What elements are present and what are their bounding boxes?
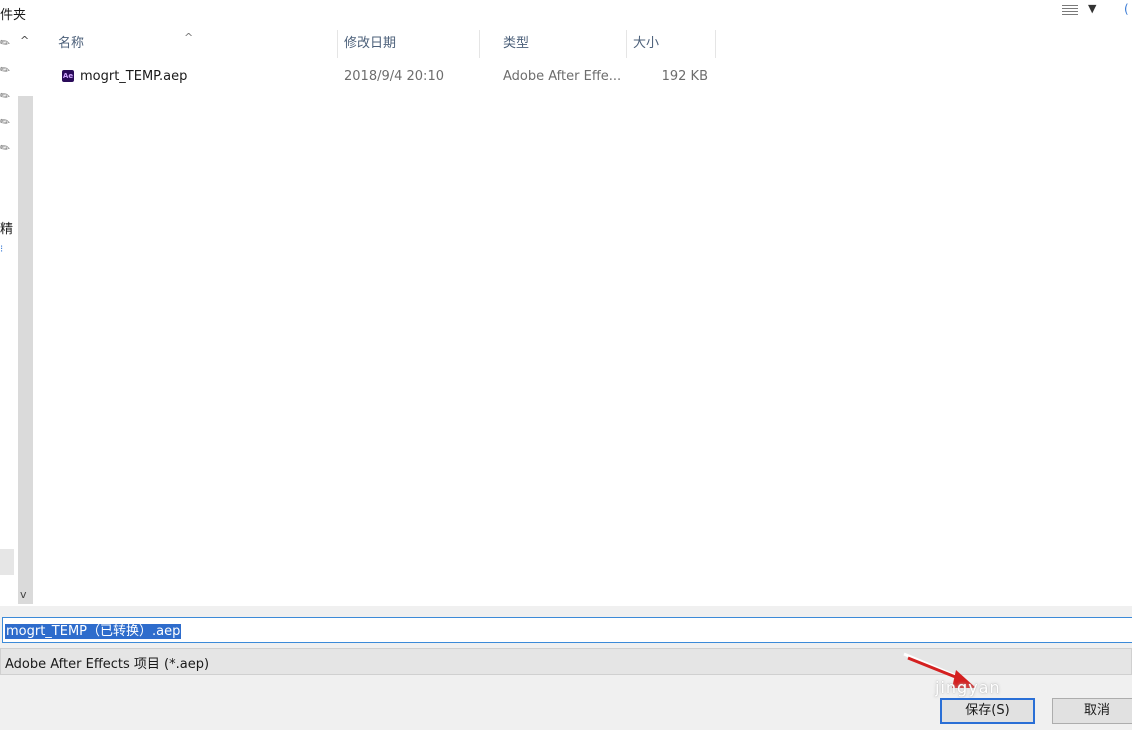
column-header-label: 类型 xyxy=(503,36,530,51)
address-toolbar: 件夹 ▼ ( xyxy=(0,0,1132,26)
column-header-date[interactable]: 修改日期 xyxy=(322,30,480,58)
ae-file-icon: Ae xyxy=(62,70,74,82)
scroll-down-arrow[interactable]: v xyxy=(20,588,27,601)
scroll-up-arrow[interactable]: ^ xyxy=(20,34,29,47)
view-dropdown-icon[interactable]: ▼ xyxy=(1088,2,1096,15)
breadcrumb[interactable]: 件夹 xyxy=(0,4,26,23)
pin-icon[interactable]: ✎ xyxy=(0,87,13,104)
navigation-pane: ✎ ✎ ✎ ✎ ✎ ^ 精 ⁝ v xyxy=(0,30,34,606)
nav-scrollbar-thumb[interactable] xyxy=(18,96,33,604)
pin-icon[interactable]: ✎ xyxy=(0,113,13,130)
filename-selected-text: mogrt_TEMP（已转换）.aep xyxy=(5,624,182,639)
file-name: mogrt_TEMP.aep xyxy=(80,69,188,84)
column-header-label: 名称 xyxy=(58,36,85,51)
pin-icon[interactable]: ✎ xyxy=(0,34,13,51)
column-header-type[interactable]: 类型 xyxy=(481,30,627,58)
help-icon[interactable]: ( xyxy=(1124,2,1129,16)
file-date: 2018/9/4 20:10 xyxy=(344,69,444,84)
save-panel: mogrt_TEMP（已转换）.aep Adobe After Effects … xyxy=(0,606,1132,730)
nav-item-marker: ⁝ xyxy=(0,244,4,255)
file-size: 192 KB xyxy=(661,69,708,84)
nav-selected-item[interactable] xyxy=(0,549,14,575)
cancel-button[interactable]: 取消 xyxy=(1052,698,1132,724)
file-type: Adobe After Effe... xyxy=(503,69,622,84)
sort-ascending-icon: ^ xyxy=(184,31,194,44)
file-list: 名称 ^ 修改日期 类型 大小 Ae mogrt_TEMP.aep 2018/9… xyxy=(36,30,1132,606)
pin-icon[interactable]: ✎ xyxy=(0,139,13,156)
column-header-name[interactable]: 名称 ^ xyxy=(36,30,338,58)
column-header-label: 修改日期 xyxy=(344,36,397,51)
watermark-text: jingyan xyxy=(935,678,1001,697)
nav-item-label[interactable]: 精 xyxy=(0,218,13,237)
table-row[interactable]: Ae mogrt_TEMP.aep 2018/9/4 20:10 Adobe A… xyxy=(36,66,1132,88)
column-header-label: 大小 xyxy=(633,36,660,51)
column-header-size[interactable]: 大小 xyxy=(611,30,716,58)
details-view-icon[interactable] xyxy=(1062,4,1078,18)
filename-input[interactable]: mogrt_TEMP（已转换）.aep xyxy=(2,617,1132,643)
pin-icon[interactable]: ✎ xyxy=(0,61,13,78)
save-button[interactable]: 保存(S) xyxy=(940,698,1035,724)
